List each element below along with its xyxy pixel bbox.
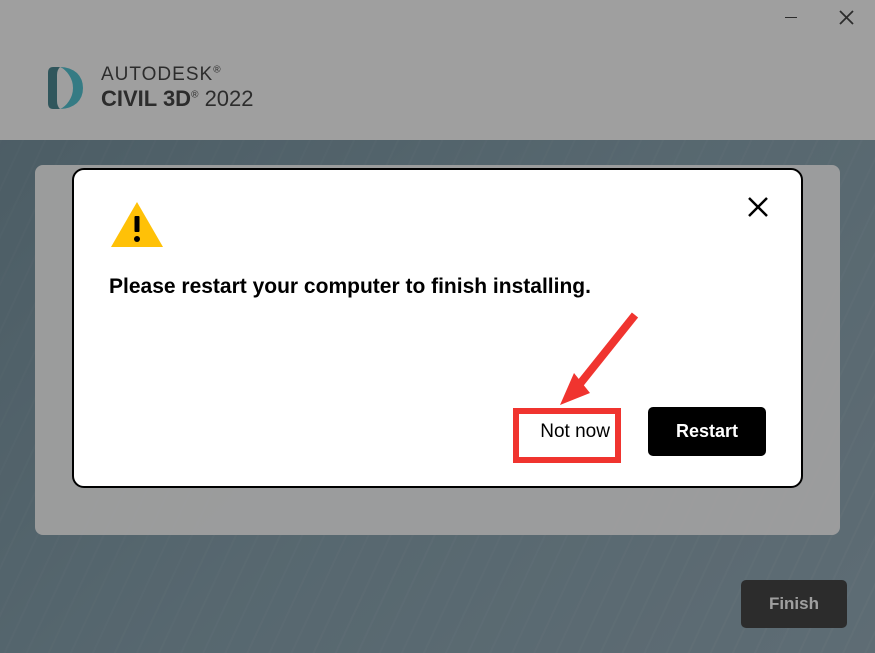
restart-button[interactable]: Restart: [648, 407, 766, 456]
modal-button-group: Not now Restart: [524, 407, 766, 456]
modal-close-button[interactable]: [743, 192, 773, 222]
close-icon: [747, 196, 769, 218]
restart-modal: Please restart your computer to finish i…: [72, 168, 803, 488]
not-now-button[interactable]: Not now: [524, 411, 626, 453]
modal-message: Please restart your computer to finish i…: [109, 275, 766, 299]
installer-window: AUTODESK® CIVIL 3D® 2022 I Finish: [0, 0, 875, 653]
warning-icon: [109, 200, 766, 255]
